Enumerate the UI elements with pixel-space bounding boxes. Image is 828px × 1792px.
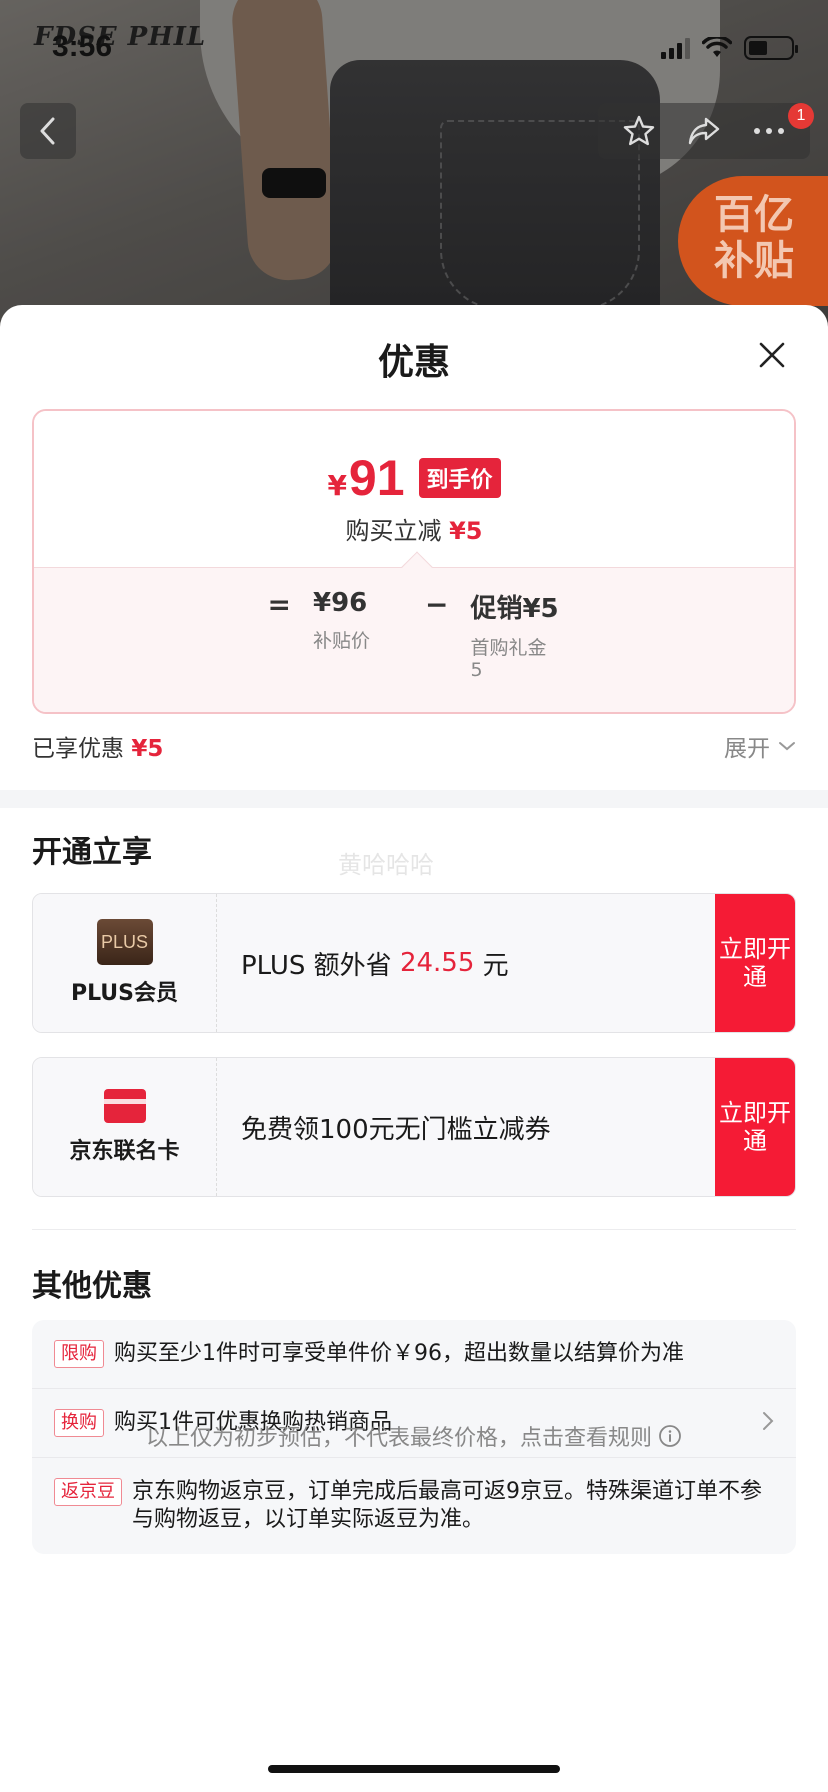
section-divider bbox=[0, 790, 828, 808]
jd-card-name: 京东联名卡 bbox=[69, 1139, 180, 1164]
notification-badge: 1 bbox=[788, 103, 814, 129]
expand-button[interactable]: 展开 bbox=[724, 729, 796, 763]
home-indicator[interactable] bbox=[268, 1765, 560, 1773]
list-item-purchase-limit: 限购 购买至少1件时可享受单件价￥96，超出数量以结算价为准 bbox=[32, 1320, 796, 1389]
section-divider-line bbox=[32, 1229, 796, 1230]
credit-card-icon bbox=[103, 1089, 146, 1123]
jd-card-desc: 免费领100元无门槛立减券 bbox=[241, 1114, 551, 1145]
plus-member-card: PLUS PLUS会员 PLUS 额外省 24.55 元 立即开通 bbox=[32, 893, 796, 1033]
offer-text: 京东购物返京豆，订单完成后最高可返9京豆。特殊渠道订单不参与购物返豆，以订单实际… bbox=[132, 1479, 762, 1532]
favorite-button[interactable] bbox=[617, 109, 661, 153]
subsidy-badge-line-1: 百亿 bbox=[714, 192, 794, 238]
sheet-title: 优惠 bbox=[377, 342, 450, 383]
offer-tag: 返京豆 bbox=[54, 1478, 122, 1506]
share-button[interactable] bbox=[682, 109, 726, 153]
list-item-jd-beans: 返京豆 京东购物返京豆，订单完成后最高可返9京豆。特殊渠道订单不参与购物返豆，以… bbox=[32, 1458, 796, 1554]
star-icon bbox=[623, 115, 654, 146]
plus-member-name: PLUS会员 bbox=[70, 981, 179, 1006]
status-time: 3:56 bbox=[52, 30, 113, 63]
jd-card-open-button[interactable]: 立即开通 bbox=[715, 1058, 795, 1196]
plus-desc-prefix: PLUS 额外省 bbox=[241, 950, 400, 981]
chevron-left-icon bbox=[40, 117, 55, 145]
instant-save-label: 购买立减 bbox=[345, 517, 442, 545]
battery-icon bbox=[744, 36, 798, 60]
jd-card-brand: 京东联名卡 bbox=[33, 1058, 217, 1196]
more-button[interactable] bbox=[747, 109, 791, 153]
calc-section: = ¥96 补贴价 − 促销¥5 首购礼金 5 bbox=[34, 567, 794, 712]
rules-footnote[interactable]: 以上仅为初步预估，不代表最终价格，点击查看规则 bbox=[0, 1420, 828, 1452]
info-icon bbox=[659, 1425, 681, 1447]
instant-save-amount: ¥5 bbox=[449, 517, 483, 545]
final-price: 91 bbox=[348, 450, 405, 506]
equals-sign: = bbox=[267, 588, 291, 621]
chevron-down-icon bbox=[779, 742, 795, 751]
enjoyed-label: 已享优惠 bbox=[32, 736, 124, 762]
back-button[interactable] bbox=[20, 103, 76, 159]
share-icon bbox=[688, 117, 720, 145]
other-section-title: 其他优惠 bbox=[32, 1269, 152, 1304]
promo-amount: 促销¥5 bbox=[470, 594, 559, 624]
expand-label: 展开 bbox=[724, 736, 770, 762]
plus-desc-suffix: 元 bbox=[474, 950, 509, 981]
plus-open-button[interactable]: 立即开通 bbox=[715, 894, 795, 1032]
base-price-label: 补贴价 bbox=[313, 630, 371, 652]
plus-member-brand: PLUS PLUS会员 bbox=[33, 894, 217, 1032]
plus-desc-amount: 24.55 bbox=[399, 948, 475, 978]
top-toolbar bbox=[598, 103, 810, 159]
watermark-text: 黄哈哈哈 bbox=[338, 851, 434, 879]
final-price-tag: 到手价 bbox=[418, 458, 501, 498]
jd-card-offer: 京东联名卡 免费领100元无门槛立减券 立即开通 bbox=[32, 1057, 796, 1197]
enjoyed-discount-row: 已享优惠 ¥5 展开 bbox=[32, 729, 796, 763]
offer-text: 购买至少1件时可享受单件价￥96，超出数量以结算价为准 bbox=[114, 1341, 684, 1366]
cellular-signal-icon bbox=[661, 37, 690, 59]
offer-tag: 限购 bbox=[54, 1340, 104, 1368]
subsidy-badge-line-2: 补贴 bbox=[714, 238, 794, 284]
base-price-col: ¥96 补贴价 bbox=[313, 588, 403, 681]
minus-sign: − bbox=[425, 588, 449, 621]
base-price: ¥96 bbox=[313, 588, 368, 618]
plus-member-desc: PLUS 额外省 24.55 元 bbox=[217, 894, 715, 1032]
price-breakdown-card: ¥ 91 到手价 购买立减 ¥5 = ¥96 补贴价 − 促销¥5 首购礼金 5 bbox=[32, 409, 796, 714]
wifi-icon bbox=[702, 37, 732, 57]
promo-label: 首购礼金 5 bbox=[470, 637, 547, 681]
final-price-section: ¥ 91 到手价 购买立减 ¥5 bbox=[34, 411, 794, 567]
subsidy-badge[interactable]: 百亿 补贴 bbox=[678, 176, 828, 306]
status-icons bbox=[661, 36, 798, 60]
plus-logo-icon: PLUS bbox=[96, 919, 153, 965]
footnote-text: 以上仅为初步预估，不代表最终价格，点击查看规则 bbox=[145, 1426, 652, 1451]
instant-save-line: 购买立减 ¥5 bbox=[34, 511, 794, 546]
open-section-title: 开通立享 bbox=[32, 835, 152, 870]
discount-sheet: 优惠 ¥ 91 到手价 购买立减 ¥5 = ¥96 补贴价 − 促销¥5 首购礼… bbox=[0, 305, 828, 1792]
enjoyed-amount: ¥5 bbox=[131, 736, 164, 762]
more-dots-icon bbox=[754, 128, 785, 134]
close-icon[interactable] bbox=[754, 337, 790, 373]
currency-symbol: ¥ bbox=[327, 468, 347, 502]
promo-col: 促销¥5 首购礼金 5 bbox=[470, 588, 560, 681]
